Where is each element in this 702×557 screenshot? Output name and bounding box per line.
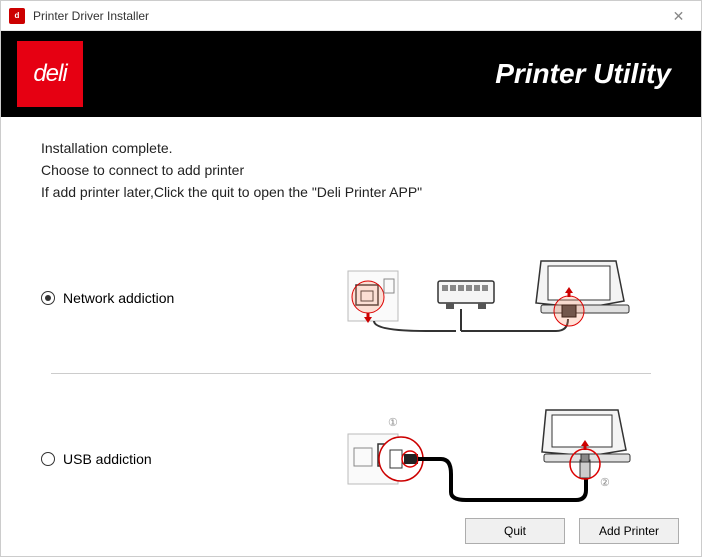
install-message: Installation complete. Choose to connect… [41, 137, 661, 203]
network-radio-label: Network addiction [63, 290, 174, 306]
close-icon: ✕ [673, 8, 685, 25]
connection-options: Network addiction [41, 233, 661, 534]
message-line-1: Installation complete. [41, 137, 661, 159]
header-title: Printer Utility [495, 58, 671, 90]
network-option-row: Network addiction [41, 233, 661, 363]
footer-buttons: Quit Add Printer [465, 518, 679, 544]
option-separator [51, 373, 651, 374]
message-line-3: If add printer later,Click the quit to o… [41, 181, 661, 203]
close-button[interactable]: ✕ [656, 1, 701, 31]
app-icon: d [9, 8, 25, 24]
header-banner: deli Printer Utility [1, 31, 701, 117]
usb-option-row: USB addiction ① [41, 384, 661, 534]
titlebar: d Printer Driver Installer ✕ [1, 1, 701, 31]
usb-diagram: ① ② [321, 404, 661, 514]
network-diagram [321, 253, 661, 343]
add-printer-button[interactable]: Add Printer [579, 518, 679, 544]
message-line-2: Choose to connect to add printer [41, 159, 661, 181]
radio-icon [41, 291, 55, 305]
content-area: Installation complete. Choose to connect… [1, 117, 701, 534]
window-title: Printer Driver Installer [33, 9, 149, 23]
network-radio[interactable]: Network addiction [41, 290, 321, 306]
deli-logo: deli [17, 41, 83, 107]
usb-radio[interactable]: USB addiction [41, 451, 321, 467]
usb-radio-label: USB addiction [63, 451, 152, 467]
quit-button[interactable]: Quit [465, 518, 565, 544]
svg-text:②: ② [600, 477, 610, 489]
svg-text:①: ① [388, 417, 398, 429]
radio-icon [41, 452, 55, 466]
